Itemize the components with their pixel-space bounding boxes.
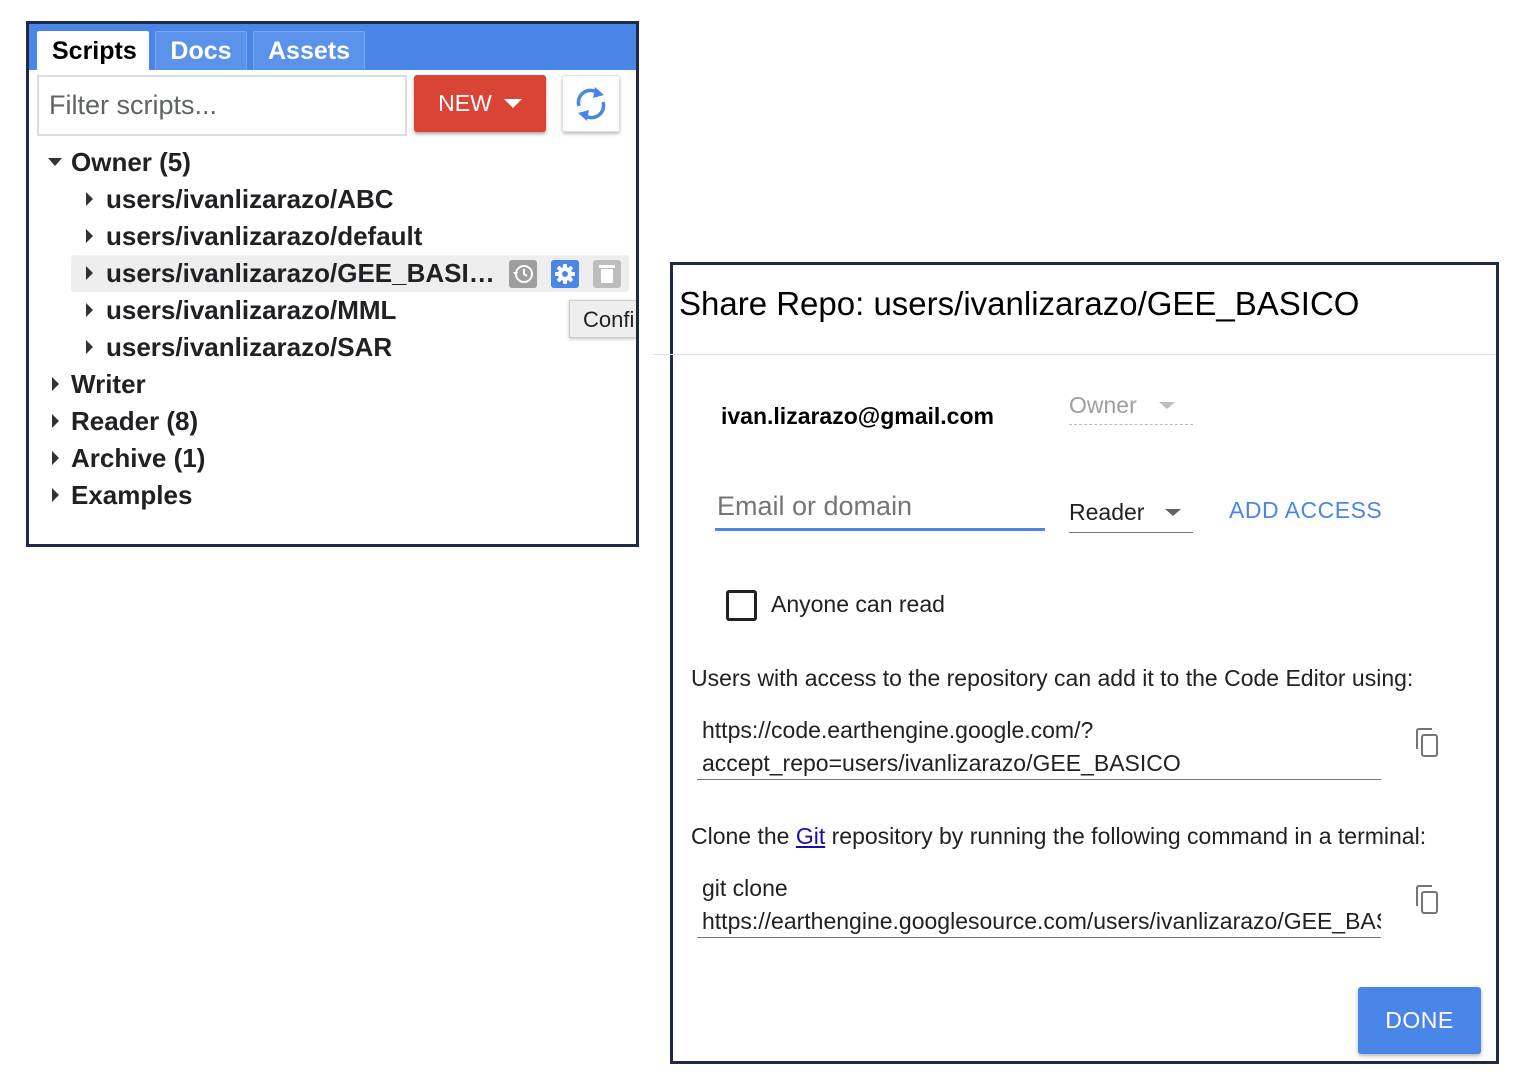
- repo-label: users/ivanlizarazo/ABC: [106, 184, 394, 214]
- scripts-panel: Scripts Docs Assets NEW Owner (5) users/…: [26, 21, 639, 547]
- expand-right-icon: [45, 403, 65, 439]
- tree-group-examples[interactable]: Examples: [29, 477, 329, 513]
- tab-bar: Scripts Docs Assets: [29, 24, 636, 70]
- owner-email: ivan.lizarazo@gmail.com: [721, 403, 994, 429]
- anyone-can-read-checkbox[interactable]: [726, 590, 757, 621]
- tree-group-label: Owner (5): [71, 147, 191, 177]
- anyone-can-read-label: Anyone can read: [771, 591, 945, 617]
- tab-scripts[interactable]: Scripts: [37, 31, 149, 70]
- new-button[interactable]: NEW: [414, 75, 546, 132]
- clone-suffix-text: repository by running the following comm…: [825, 823, 1427, 849]
- dialog-title: Share Repo: users/ivanlizarazo/GEE_BASIC…: [679, 285, 1360, 322]
- repo-label: users/ivanlizarazo/MML: [106, 295, 397, 325]
- caret-down-icon: [1159, 402, 1175, 409]
- expand-right-icon: [79, 255, 99, 291]
- tree-group-label: Writer: [71, 369, 146, 399]
- repo-row-gee-basico[interactable]: users/ivanlizarazo/GEE_BASI…: [29, 255, 495, 291]
- accept-repo-url-field[interactable]: https://code.earthengine.google.com/?acc…: [697, 714, 1381, 780]
- role-select[interactable]: Reader: [1069, 492, 1193, 533]
- expand-right-icon: [79, 329, 99, 365]
- trash-icon[interactable]: [593, 260, 621, 288]
- expand-right-icon: [79, 181, 99, 217]
- clone-info-text: Clone the Git repository by running the …: [691, 823, 1426, 850]
- tree-group-label: Reader (8): [71, 406, 199, 436]
- filter-scripts-input[interactable]: [37, 75, 407, 136]
- copy-icon[interactable]: [1411, 726, 1443, 760]
- copy-icon[interactable]: [1411, 883, 1443, 917]
- repo-label: users/ivanlizarazo/default: [106, 221, 423, 251]
- email-or-domain-input[interactable]: [715, 485, 1045, 531]
- configure-tooltip: Confi: [569, 300, 636, 338]
- repo-row-sar[interactable]: users/ivanlizarazo/SAR: [29, 329, 509, 365]
- refresh-icon: [576, 86, 606, 121]
- gear-icon[interactable]: [551, 260, 579, 288]
- tree-group-label: Archive (1): [71, 443, 206, 473]
- expand-right-icon: [79, 292, 99, 328]
- tab-assets[interactable]: Assets: [253, 31, 365, 70]
- repo-label: users/ivanlizarazo/GEE_BASI…: [106, 258, 495, 288]
- history-icon[interactable]: [509, 260, 537, 288]
- repo-label: users/ivanlizarazo/SAR: [106, 332, 393, 362]
- repo-row-mml[interactable]: users/ivanlizarazo/MML: [29, 292, 509, 328]
- code-editor-info-text: Users with access to the repository can …: [691, 665, 1414, 691]
- owner-role-select: Owner: [1069, 389, 1193, 425]
- repo-row-default[interactable]: users/ivanlizarazo/default: [29, 218, 509, 254]
- tab-docs[interactable]: Docs: [155, 31, 247, 70]
- tree-group-writer[interactable]: Writer: [29, 366, 329, 402]
- expand-right-icon: [45, 477, 65, 513]
- title-divider: [653, 354, 1496, 355]
- git-clone-command-field[interactable]: git clone https://earthengine.googlesour…: [697, 872, 1381, 938]
- git-link[interactable]: Git: [796, 823, 825, 849]
- repo-row-abc[interactable]: users/ivanlizarazo/ABC: [29, 181, 509, 217]
- expand-right-icon: [79, 218, 99, 254]
- owner-role-label: Owner: [1069, 392, 1137, 418]
- expand-right-icon: [45, 440, 65, 476]
- share-repo-dialog: Share Repo: users/ivanlizarazo/GEE_BASIC…: [653, 262, 1499, 1064]
- tree-group-reader[interactable]: Reader (8): [29, 403, 329, 439]
- expand-right-icon: [45, 366, 65, 402]
- role-select-value: Reader: [1069, 499, 1145, 525]
- expand-down-icon: [45, 144, 65, 180]
- new-button-label: NEW: [438, 90, 492, 116]
- add-access-button[interactable]: ADD ACCESS: [1229, 493, 1382, 527]
- tree-group-archive[interactable]: Archive (1): [29, 440, 329, 476]
- caret-down-icon: [1165, 509, 1181, 516]
- done-button[interactable]: DONE: [1358, 987, 1481, 1054]
- tree-group-owner[interactable]: Owner (5): [29, 144, 329, 180]
- caret-down-icon: [503, 99, 522, 108]
- refresh-button[interactable]: [562, 75, 620, 132]
- clone-prefix-text: Clone the: [691, 823, 796, 849]
- tree-group-label: Examples: [71, 480, 193, 510]
